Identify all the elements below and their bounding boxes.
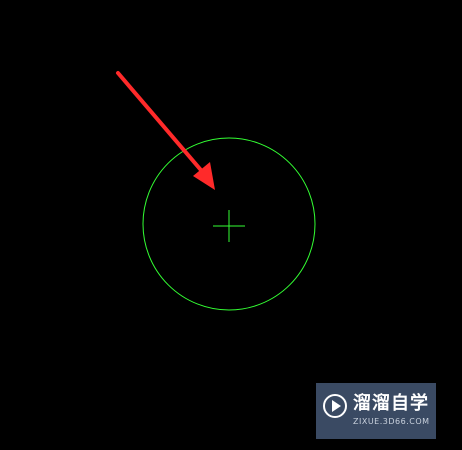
- arrow-shaft: [116, 71, 208, 178]
- watermark-badge: 溜溜自学 ZIXUE.3D66.COM: [316, 383, 436, 439]
- watermark-name: 溜溜自学: [353, 393, 429, 414]
- crosshair-cursor: [213, 210, 245, 242]
- arrow-annotation: [116, 71, 215, 190]
- watermark-url: ZIXUE.3D66.COM: [353, 417, 430, 426]
- play-logo-icon: [323, 394, 347, 418]
